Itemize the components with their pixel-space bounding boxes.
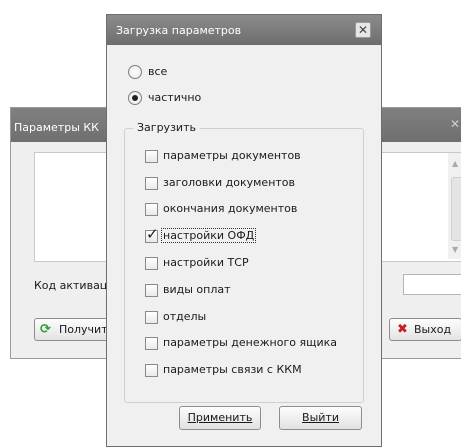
checkbox-box[interactable] [145, 284, 158, 297]
scroll-thumb[interactable] [451, 177, 461, 241]
exit-x-icon: ✖ [397, 322, 408, 337]
background-window-title: Параметры КК [14, 121, 99, 134]
activation-code-input[interactable] [403, 274, 461, 295]
radio-label: все [148, 65, 168, 78]
close-icon[interactable]: ✕ [450, 117, 460, 131]
checkbox-box[interactable] [145, 203, 158, 216]
radio-circle[interactable] [128, 65, 142, 79]
exit-button-label: Выход [414, 323, 452, 336]
checkbox-label: параметры связи с ККМ [163, 363, 302, 376]
apply-button[interactable]: Применить [179, 406, 261, 430]
exit-button[interactable]: ✖ Выход [389, 318, 461, 341]
checkbox-box[interactable] [145, 150, 158, 163]
dialog-title: Загрузка параметров [116, 24, 242, 37]
checkbox-label: параметры денежного ящика [163, 336, 337, 349]
radio-label: частично [148, 91, 202, 104]
refresh-icon: ⟳ [40, 322, 51, 337]
group-label: Загрузить [133, 121, 200, 134]
checkbox-box[interactable]: ✓ [145, 226, 159, 243]
checkbox-box[interactable] [145, 257, 158, 270]
checkbox-box[interactable] [145, 337, 158, 350]
scroll-up-icon[interactable]: ▲ [452, 159, 458, 168]
radio-circle[interactable] [128, 91, 142, 105]
get-button-label: Получит [59, 323, 108, 336]
dialog-titlebar: Загрузка параметров ✕ [107, 15, 381, 45]
load-group: Загрузить параметры документов заголовки… [124, 121, 364, 403]
checkbox-box[interactable] [145, 177, 158, 190]
radio-selected-dot [132, 95, 138, 101]
load-parameters-dialog: Загрузка параметров ✕ все частично Загру… [106, 14, 382, 447]
checkbox-label: заголовки документов [163, 176, 295, 189]
check-icon: ✓ [146, 225, 159, 243]
scroll-down-icon[interactable]: ▼ [452, 245, 458, 254]
checkbox-label: отделы [163, 310, 207, 323]
exit-dialog-button[interactable]: Выйти [279, 406, 362, 430]
scrollbar[interactable]: ▲ ▼ [448, 153, 461, 259]
checkbox-label: окончания документов [163, 202, 298, 215]
checkbox-label: настройки ОФД [160, 228, 257, 243]
checkbox-label: виды оплат [163, 283, 231, 296]
activation-code-label: Код активаци [34, 279, 115, 292]
checkbox-label: настройки ТСР [163, 256, 249, 269]
checkbox-box[interactable] [145, 364, 158, 377]
checkbox-label: параметры документов [163, 149, 301, 162]
close-icon[interactable]: ✕ [355, 22, 371, 38]
checkbox-box[interactable] [145, 311, 158, 324]
